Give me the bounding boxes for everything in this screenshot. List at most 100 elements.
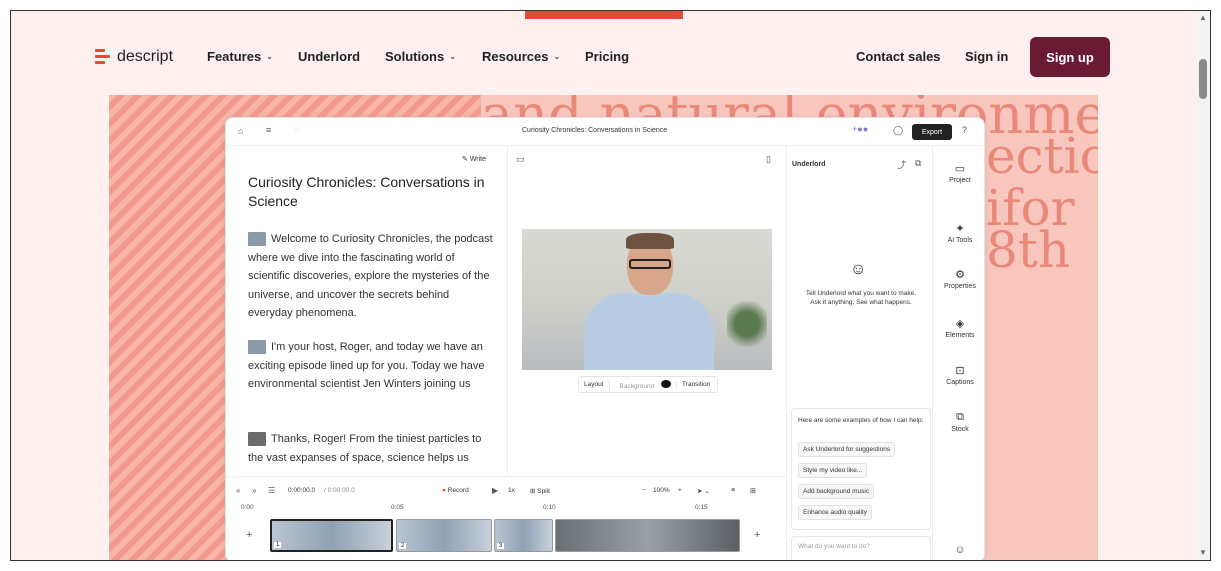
rail-label: Properties [944,283,976,290]
underlord-prompt: Tell Underlord what you want to make. As… [805,290,917,306]
side-rail: ▭ Project ✦ AI Tools ⚙ Properties ◈ Elements… [932,146,984,560]
timeline: « » ☰ 0:00:00.0 / 0:00:00.0 ● Record ▶ 1… [226,476,786,560]
nav-features[interactable]: Features ⌄ [207,49,273,64]
scroll-thumb[interactable] [1199,59,1207,99]
hero-section: and natural environment c ectio ifor 8th… [109,95,1098,560]
contact-sales-link[interactable]: Contact sales [856,49,941,64]
browser-frame: descript Features ⌄ Underlord Solutions ⌄ … [10,10,1211,561]
timeline-clip[interactable]: 1 [270,519,393,552]
split-icon: ⊞ [530,488,536,495]
duration: / 0:00:00.0 [324,487,355,494]
ruler-tick: 0:05 [391,504,404,511]
nav-solutions[interactable]: Solutions ⌄ [385,49,456,64]
chevron-down-icon: ⌄ [449,52,456,61]
rail-stock[interactable]: ⧉ Stock [933,411,984,433]
script-panel: ✎ Write Curiosity Chronicles: Conversati… [226,146,508,476]
add-track-icon[interactable]: + [754,529,760,541]
speed-button[interactable]: 1x [508,487,515,494]
timeline-clip[interactable]: 2 [396,519,492,552]
nav-resources[interactable]: Resources ⌄ [482,49,560,64]
video-frame[interactable] [522,229,772,370]
track-view-icon[interactable]: ≡ [731,487,735,494]
timeline-clip[interactable] [555,519,740,552]
collaborators-icon[interactable]: +●● [852,124,868,134]
nav-pricing[interactable]: Pricing [585,49,629,64]
rail-label: Project [949,177,971,184]
rail-underlord[interactable]: ☺ [933,544,984,558]
underlord-input[interactable]: What do you want to do? [791,536,931,560]
split-label: Split [537,488,550,495]
rail-project[interactable]: ▭ Project [933,162,984,184]
chevron-down-icon: ⌄ [266,52,273,61]
add-track-icon[interactable]: + [246,529,252,541]
script-paragraph[interactable]: I'm your host, Roger, and today we have … [248,338,493,394]
examples-heading: Here are some examples of how I can help… [798,417,924,424]
nav-resources-label: Resources [482,49,549,64]
menu-icon[interactable]: ≡ [266,125,271,135]
nav-pricing-label: Pricing [585,49,630,64]
rail-elements[interactable]: ◈ Elements [933,317,984,339]
rail-label: Elements [945,332,975,339]
skip-forward-icon[interactable]: » [252,486,256,495]
script-paragraph[interactable]: Thanks, Roger! From the tiniest particle… [248,430,493,467]
rail-ai-tools[interactable]: ✦ AI Tools [933,222,984,244]
export-button[interactable]: Export [912,124,952,140]
suggestion-chip[interactable]: Style my video like... [798,463,868,478]
suggestion-chip[interactable]: Add background music [798,484,875,499]
rail-captions[interactable]: ⊡ Captions [933,364,984,386]
background-button[interactable]: Background [608,379,677,390]
speaker-avatar [248,432,266,447]
background-color-swatch [661,379,672,388]
page-scrollbar[interactable]: ▲ ▼ [1196,11,1210,560]
script-title[interactable]: Curiosity Chronicles: Conversations in S… [248,173,488,211]
zoom-in-icon[interactable]: + [678,487,682,494]
comment-icon[interactable]: ◯ [893,125,903,136]
app-mockup: ⌂ ≡ ◌ Curiosity Chronicles: Conversation… [225,117,985,560]
script-paragraph[interactable]: Welcome to Curiosity Chronicles, the pod… [248,230,493,323]
record-button[interactable]: ● Record [442,487,469,494]
scroll-down-icon[interactable]: ▼ [1198,548,1208,558]
record-label: Record [447,487,469,494]
home-icon[interactable]: ⌂ [238,126,243,136]
doc-title[interactable]: Curiosity Chronicles: Conversations in S… [522,127,667,134]
skip-back-icon[interactable]: « [236,486,240,495]
transition-button[interactable]: Transition [676,381,715,388]
new-chat-icon[interactable]: ⤴ [897,158,906,171]
sign-up-button[interactable]: Sign up [1030,37,1110,77]
sidebar-toggle-icon[interactable]: ▯ [766,154,771,165]
zoom-out-icon[interactable]: − [642,487,646,494]
pointer-tool-icon[interactable]: ➤ ⌄ [697,487,710,495]
suggestion-chip[interactable]: Ask Underlord for suggestions [798,442,896,457]
preview-icon[interactable]: ▭ [516,154,525,165]
grid-view-icon[interactable]: ⊞ [750,487,756,495]
help-icon[interactable]: ? [962,125,967,135]
stock-icon: ⧉ [956,411,964,423]
layout-button[interactable]: Layout [579,381,609,388]
transcript-icon[interactable]: ☰ [268,486,275,495]
copy-icon[interactable]: ⧉ [915,158,921,169]
play-icon[interactable]: ▶ [492,486,498,495]
descript-logo[interactable]: descript [95,47,173,67]
write-label: Write [469,156,487,163]
refresh-icon[interactable]: ◌ [294,125,299,135]
suggestions-box: Here are some examples of how I can help… [791,408,931,530]
person-body [584,293,714,370]
sign-in-link[interactable]: Sign in [965,49,1008,64]
suggestion-chip[interactable]: Enhance audio quality [798,505,872,520]
rail-label: Stock [951,426,969,433]
nav-underlord[interactable]: Underlord [298,49,360,64]
rail-properties[interactable]: ⚙ Properties [933,268,984,290]
logo-text: descript [117,48,174,65]
scroll-up-icon[interactable]: ▲ [1198,13,1208,23]
video-preview-panel: ▭ ▯ Layout Background Transition [508,146,786,476]
zoom-level: 100% [653,487,670,494]
write-button[interactable]: ✎ Write [462,155,486,163]
app-toolbar: ⌂ ≡ ◌ Curiosity Chronicles: Conversation… [226,118,984,146]
ruler-tick: 0:15 [695,504,708,511]
top-nav: descript Features ⌄ Underlord Solutions ⌄ … [11,11,1198,101]
split-button[interactable]: ⊞ Split [530,487,550,495]
timeline-clip[interactable]: 3 [494,519,553,552]
speaker-avatar [248,232,266,247]
background-label: Background [619,382,655,390]
clip-number: 2 [399,543,407,549]
